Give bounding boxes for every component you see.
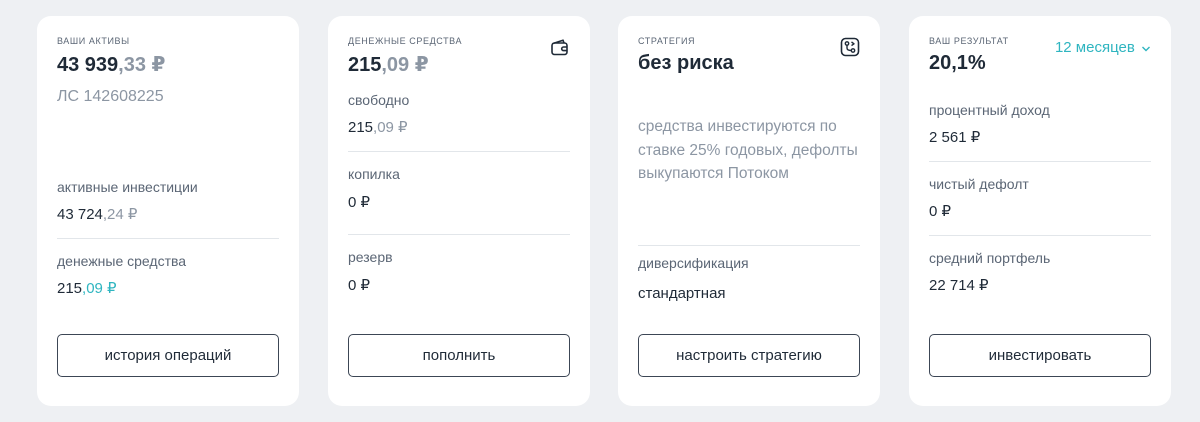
- divider: [638, 245, 860, 246]
- cash-caption: ДЕНЕЖНЫЕ СРЕДСТВА: [348, 36, 463, 46]
- reserve-label: резерв: [348, 249, 393, 265]
- interest-income-value: 2 561 ₽: [929, 129, 981, 146]
- net-default-label: чистый дефолт: [929, 176, 1029, 192]
- active-investments-value: 43 724,24 ₽: [57, 206, 138, 223]
- reserve-value: 0 ₽: [348, 277, 371, 294]
- divider: [57, 238, 279, 239]
- cash-label: денежные средства: [57, 253, 187, 269]
- interest-income-label: процентный доход: [929, 102, 1050, 118]
- diversification-value: стандартная: [638, 285, 726, 302]
- divider: [348, 151, 570, 152]
- assets-card: ВАШИ АКТИВЫ 43 939,33 ₽ ЛС 142608225 акт…: [37, 16, 299, 406]
- divider: [929, 235, 1151, 236]
- operations-history-button[interactable]: история операций: [57, 334, 279, 377]
- result-value: 20,1%: [929, 52, 986, 74]
- invest-button[interactable]: инвестировать: [929, 334, 1151, 377]
- cash-card: ДЕНЕЖНЫЕ СРЕДСТВА 215,09 ₽ свободно 215,…: [328, 16, 590, 406]
- piggy-bank-value: 0 ₽: [348, 194, 371, 211]
- result-card: ВАШ РЕЗУЛЬТАТ 12 месяцев 20,1% процентны…: [909, 16, 1171, 406]
- strategy-name: без риска: [638, 52, 734, 74]
- period-label: 12 месяцев: [1054, 39, 1135, 56]
- assets-caption: ВАШИ АКТИВЫ: [57, 36, 130, 46]
- strategy-card: СТРАТЕГИЯ без риска средства инвестируют…: [618, 16, 880, 406]
- cash-value: 215,09 ₽: [57, 280, 117, 297]
- active-investments-label: активные инвестиции: [57, 179, 198, 195]
- chevron-down-icon: [1141, 40, 1151, 57]
- piggy-bank-label: копилка: [348, 166, 400, 182]
- average-portfolio-value: 22 714 ₽: [929, 277, 989, 294]
- diversification-label: диверсификация: [638, 255, 749, 271]
- period-selector[interactable]: 12 месяцев: [1055, 39, 1151, 57]
- result-caption: ВАШ РЕЗУЛЬТАТ: [929, 36, 1009, 46]
- assets-total: 43 939,33 ₽: [57, 54, 166, 76]
- cash-total: 215,09 ₽: [348, 54, 429, 76]
- net-default-value: 0 ₽: [929, 203, 952, 220]
- free-label: свободно: [348, 92, 410, 108]
- strategy-description: средства инвестируются по ставке 25% год…: [638, 118, 858, 182]
- account-number: ЛС 142608225: [57, 88, 164, 105]
- divider: [348, 234, 570, 235]
- strategy-caption: СТРАТЕГИЯ: [638, 36, 696, 46]
- wallet-icon[interactable]: [550, 37, 570, 57]
- configure-strategy-button[interactable]: настроить стратегию: [638, 334, 860, 377]
- strategy-icon[interactable]: [840, 37, 860, 57]
- divider: [929, 161, 1151, 162]
- free-value: 215,09 ₽: [348, 119, 408, 136]
- top-up-button[interactable]: пополнить: [348, 334, 570, 377]
- average-portfolio-label: средний портфель: [929, 250, 1051, 266]
